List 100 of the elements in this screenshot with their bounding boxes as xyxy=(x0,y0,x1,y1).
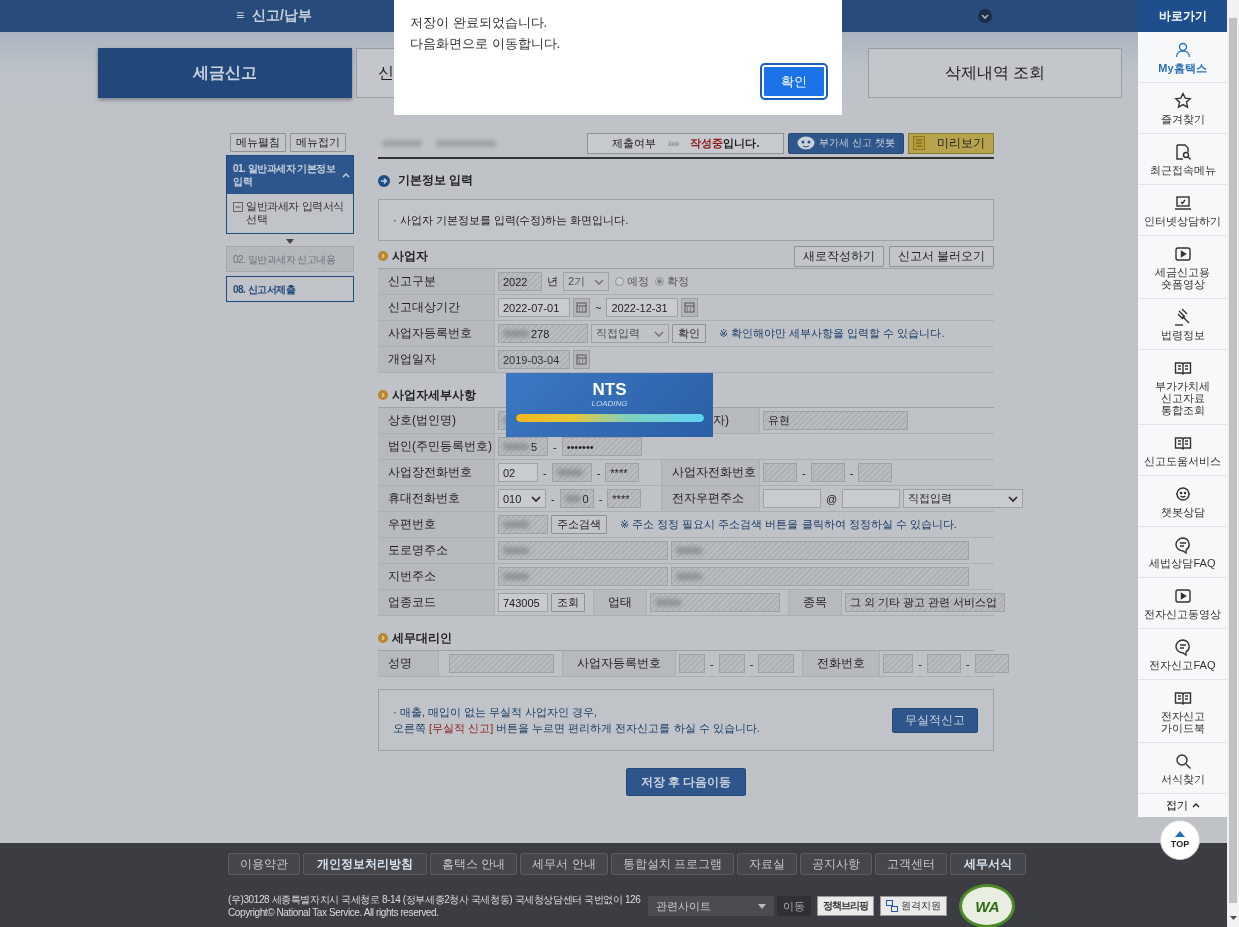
menu-toggle-button[interactable]: 메뉴펼침 xyxy=(230,133,286,152)
footer-link[interactable]: 통합설치 프로그램 xyxy=(610,853,735,875)
input-field[interactable] xyxy=(842,489,901,508)
calendar-icon[interactable] xyxy=(573,350,590,369)
input-field[interactable]: 그 외 기타 광고 관련 서비스업 xyxy=(845,593,1005,612)
input-field[interactable] xyxy=(758,654,795,673)
chevron-down-icon[interactable] xyxy=(1008,495,1019,502)
related-sites-select[interactable]: 관련사이트 xyxy=(648,896,775,916)
input-field[interactable] xyxy=(763,489,821,508)
input-field[interactable]: 5 xyxy=(498,437,548,456)
input-field[interactable] xyxy=(650,593,780,612)
save-next-button[interactable]: 저장 후 다음이동 xyxy=(625,768,747,796)
radio-option[interactable]: 확정 xyxy=(655,274,689,289)
quick-menu-item[interactable]: 전자신고 가이드북 xyxy=(1138,680,1227,743)
scrollbar-thumb[interactable] xyxy=(1229,18,1237,903)
go-button[interactable]: 이동 xyxy=(777,896,812,916)
quick-menu-item[interactable]: 세법상담FAQ xyxy=(1138,527,1227,578)
tab[interactable]: 삭제내역 조회 xyxy=(868,48,1122,98)
footer-link[interactable]: 세무서식 xyxy=(950,853,1027,875)
section-button[interactable]: 새로작성하기 xyxy=(793,245,884,267)
scroll-down-icon[interactable] xyxy=(1230,916,1237,920)
preview-button[interactable]: 미리보기 xyxy=(908,132,994,154)
input-field[interactable] xyxy=(449,654,554,673)
input-field[interactable] xyxy=(883,654,914,673)
input-field[interactable]: **** xyxy=(605,463,640,482)
input-field[interactable] xyxy=(551,463,592,482)
input-field[interactable]: 02 xyxy=(498,463,538,482)
quick-menu-item[interactable]: 부가가치세 신고자료 통합조회 xyxy=(1138,350,1227,425)
input-field[interactable] xyxy=(858,463,893,482)
menu-dropdown[interactable]: ≡ 신고/납부 xyxy=(228,0,320,32)
cell-button[interactable]: 조회 xyxy=(551,593,585,612)
quick-menu-item[interactable]: 최근접속메뉴 xyxy=(1138,134,1227,185)
document-icon xyxy=(913,136,925,150)
input-field[interactable] xyxy=(810,463,845,482)
input-field[interactable]: 유현 xyxy=(763,411,908,430)
triangle-up-icon xyxy=(1175,831,1185,837)
input-field[interactable]: **** xyxy=(607,489,642,508)
cell-button[interactable]: 확인 xyxy=(672,324,706,343)
chevron-down-icon[interactable] xyxy=(978,9,992,23)
cell-button[interactable]: 주소검색 xyxy=(551,515,607,534)
input-field[interactable] xyxy=(763,463,797,482)
footer-link[interactable]: 홈택스 안내 xyxy=(430,853,518,875)
quick-menu-item[interactable]: 세금신고용 숏폼영상 xyxy=(1138,236,1227,299)
footer-link[interactable]: 고객센터 xyxy=(875,853,948,875)
step-item[interactable]: 08. 신고서제출 xyxy=(227,277,353,301)
input-field[interactable] xyxy=(498,541,668,560)
quick-menu-item[interactable]: 챗봇상담 xyxy=(1138,476,1227,527)
minus-box-icon[interactable] xyxy=(233,202,243,212)
input-field[interactable] xyxy=(927,654,961,673)
calendar-icon[interactable] xyxy=(573,298,590,317)
input-field[interactable]: 278 xyxy=(498,324,588,343)
quick-menu-item[interactable]: My홈택스 xyxy=(1138,32,1227,83)
doc-search-icon xyxy=(1173,143,1192,161)
menu-toggle-button[interactable]: 메뉴접기 xyxy=(290,133,346,152)
input-field[interactable]: 2019-03-04 xyxy=(498,350,570,369)
tab[interactable]: 세금신고 xyxy=(98,48,352,98)
footer-link[interactable]: 개인정보처리방침 xyxy=(303,853,427,875)
footer-link[interactable]: 공지사항 xyxy=(800,853,873,875)
input-field[interactable] xyxy=(718,654,745,673)
footer-link[interactable]: 세무서 안내 xyxy=(520,853,608,875)
input-field[interactable] xyxy=(498,515,548,534)
input-field[interactable]: 743005 xyxy=(498,593,548,612)
input-field[interactable]: 2022-07-01 xyxy=(498,298,570,317)
scroll-top-button[interactable]: TOP xyxy=(1160,820,1200,860)
quick-menu-item[interactable]: 신고도움서비스 xyxy=(1138,425,1227,476)
footer-link[interactable]: 자료실 xyxy=(737,853,798,875)
quick-menu-item[interactable]: 인터넷상담하기 xyxy=(1138,185,1227,236)
sub-step-item[interactable]: 일반과세자 입력서식 선택 xyxy=(227,194,353,233)
select-dropdown[interactable]: 직접입력 xyxy=(903,489,1024,508)
chevron-down-icon[interactable] xyxy=(531,495,541,502)
chatbot-button[interactable]: 부가세 신고 챗봇 xyxy=(788,132,904,154)
confirm-button[interactable]: 확인 xyxy=(762,65,826,98)
input-field[interactable] xyxy=(671,567,969,586)
policy-briefing-button[interactable]: 정책브리핑 xyxy=(817,896,875,916)
quick-menu-item[interactable]: 전자신고동영상 xyxy=(1138,578,1227,629)
input-field[interactable] xyxy=(671,541,969,560)
dropdown-triangle-icon[interactable] xyxy=(758,903,767,909)
select-dropdown[interactable]: 010 xyxy=(498,489,546,508)
caret-icon[interactable] xyxy=(342,172,350,178)
quick-menu-item[interactable]: 전자신고FAQ xyxy=(1138,629,1227,680)
quick-menu-item[interactable]: 즐겨찾기 xyxy=(1138,83,1227,134)
section-button[interactable]: 신고서 불러오기 xyxy=(888,245,994,267)
calendar-icon[interactable] xyxy=(681,298,699,317)
quick-menu-item[interactable]: 법령정보 xyxy=(1138,299,1227,350)
input-field[interactable] xyxy=(498,567,668,586)
input-field[interactable] xyxy=(974,654,1009,673)
bullet-icon xyxy=(378,251,388,261)
input-field[interactable]: 2022 xyxy=(498,272,542,291)
input-field[interactable]: ••••••• xyxy=(561,437,642,456)
input-field[interactable] xyxy=(679,654,705,673)
book-icon xyxy=(1173,359,1192,377)
input-field[interactable]: 2022-12-31 xyxy=(606,298,679,317)
input-field[interactable]: 0 xyxy=(559,489,594,508)
field-label: 법인(주민등록번호) xyxy=(388,438,492,455)
remote-support-button[interactable]: 원격지원 xyxy=(880,896,948,916)
radio-option[interactable]: 예정 xyxy=(615,274,649,289)
no-activity-report-button[interactable]: 무실적신고 xyxy=(892,707,978,733)
footer-link[interactable]: 이용약관 xyxy=(228,853,300,875)
step-item[interactable]: 01. 일반과세자 기본정보 입력 xyxy=(227,156,353,194)
field-label: 신고대상기간 xyxy=(388,299,460,316)
